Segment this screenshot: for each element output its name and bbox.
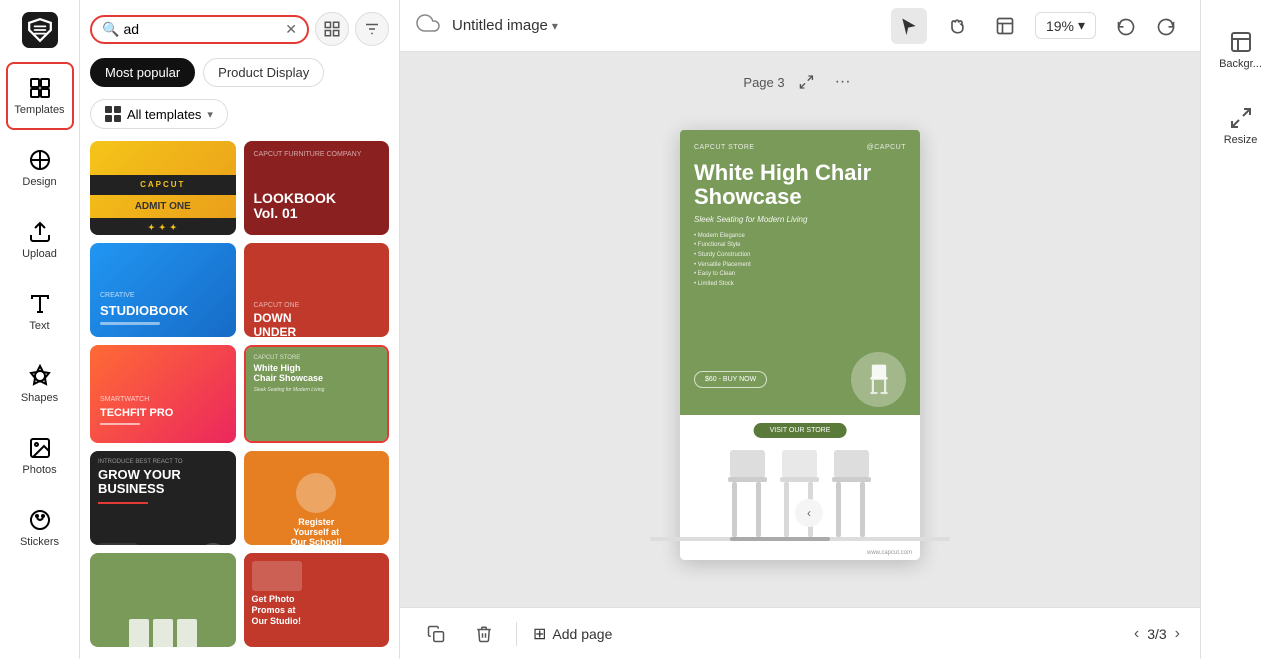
page-more-button[interactable]: ··· — [829, 68, 857, 96]
template-card-grow-business[interactable]: INTRODUCE BEST REACT TO GROW YOURBUSINES… — [90, 451, 236, 545]
sidebar-item-templates[interactable]: Templates — [6, 62, 74, 130]
design-subtitle: Sleek Seating for Modern Living — [694, 215, 906, 224]
resize-tool[interactable]: Resize — [1207, 92, 1275, 160]
template-card-photo-promos[interactable]: Get PhotoPromos atOur Studio! — [244, 553, 390, 647]
template-card-chair-showcase[interactable]: CAPCUT STORE White HighChair Showcase Sl… — [244, 345, 390, 443]
image-search-button[interactable] — [315, 12, 349, 46]
tab-product-display[interactable]: Product Display — [203, 58, 324, 87]
sidebar-item-photos[interactable]: Photos — [6, 422, 74, 490]
template-grid: CAPCUT ADMIT ONE ✦ ✦ ✦ CAPCUT FURNITURE … — [90, 141, 389, 647]
zoom-control[interactable]: 19% ▾ — [1035, 12, 1096, 39]
doc-title-chevron: ▾ — [552, 19, 558, 33]
layout-tool-button[interactable] — [987, 8, 1023, 44]
background-tool[interactable]: Backgr... — [1207, 16, 1275, 84]
add-page-icon: ⊞ — [533, 624, 546, 644]
templates-panel: 🔍 ✕ Most popular Product Display — [80, 0, 400, 659]
bottom-bar: ⊞ Add page ‹ 3/3 › — [400, 607, 1200, 659]
page-label: Page 3 ··· — [743, 68, 856, 96]
page-count: 3/3 — [1147, 626, 1166, 642]
sidebar-item-label-design: Design — [22, 176, 56, 188]
page-actions: ··· — [793, 68, 857, 96]
search-input[interactable] — [123, 21, 285, 37]
top-bar: Untitled image ▾ 19% ▾ — [400, 0, 1200, 52]
sidebar-item-label-shapes: Shapes — [21, 392, 58, 404]
zoom-value: 19% — [1046, 18, 1074, 34]
add-page-label: Add page — [552, 626, 612, 642]
sidebar-item-text[interactable]: Text — [6, 278, 74, 346]
template-card-techfit[interactable]: SMARTWATCH TECHFIT PRO — [90, 345, 236, 443]
sidebar-item-label-text: Text — [29, 320, 49, 332]
resize-tool-label: Resize — [1224, 134, 1258, 146]
main-area: Untitled image ▾ 19% ▾ — [400, 0, 1200, 659]
next-page-button[interactable]: › — [1175, 625, 1180, 643]
store-name: CAPCUT STORE — [694, 144, 755, 151]
redo-button[interactable] — [1148, 8, 1184, 44]
design-card: CAPCUT STORE @Capcut White High Chair Sh… — [680, 130, 920, 560]
design-card-top: CAPCUT STORE @Capcut White High Chair Sh… — [680, 130, 920, 352]
template-card-studiobook[interactable]: CREATIVE STUDIOBOOK — [90, 243, 236, 337]
clear-icon[interactable]: ✕ — [285, 21, 297, 38]
sidebar-item-label-stickers: Stickers — [20, 536, 59, 548]
delete-page-button[interactable] — [468, 618, 500, 650]
all-templates-button[interactable]: All templates ▾ — [90, 99, 228, 129]
tab-most-popular[interactable]: Most popular — [90, 58, 195, 87]
visit-store-button[interactable]: VISIT OUR STORE — [754, 423, 847, 438]
prev-page-button[interactable]: ‹ — [1134, 625, 1139, 643]
sidebar-item-label-templates: Templates — [14, 104, 64, 116]
website-url: www.capcut.com — [867, 550, 912, 556]
sidebar-item-shapes[interactable]: Shapes — [6, 350, 74, 418]
hand-tool-button[interactable] — [939, 8, 975, 44]
sidebar-item-design[interactable]: Design — [6, 134, 74, 202]
fullscreen-page-button[interactable] — [793, 68, 821, 96]
filter-button[interactable] — [355, 12, 389, 46]
sidebar-item-label-photos: Photos — [22, 464, 56, 476]
right-panel: Backgr... Resize — [1200, 0, 1280, 659]
all-templates-label: All templates — [127, 107, 201, 122]
cursor-tool-button[interactable] — [891, 8, 927, 44]
template-card-chair-store[interactable]: VISIT OUR STORE — [90, 553, 236, 647]
scroll-thumb — [730, 537, 830, 541]
canvas-area[interactable]: Page 3 ··· CAPCUT STORE @Capcut — [400, 52, 1200, 607]
page-number: Page 3 — [743, 75, 784, 90]
scroll-indicator — [650, 537, 950, 541]
search-input-wrapper[interactable]: 🔍 ✕ — [90, 15, 309, 44]
sidebar-item-label-upload: Upload — [22, 248, 57, 260]
template-card-register-school[interactable]: RegisterYourself atOur School! — [244, 451, 390, 545]
collapse-panel-button[interactable]: ‹ — [795, 499, 823, 527]
template-card-downunder[interactable]: CAPCUT ONE DOWNUNDER OUT &ABOUT — [244, 243, 390, 337]
doc-title-text: Untitled image — [452, 17, 548, 34]
bottom-divider — [516, 622, 517, 646]
search-bar: 🔍 ✕ — [90, 12, 389, 46]
store-header: CAPCUT STORE @Capcut — [694, 144, 906, 151]
grid-icon — [105, 106, 121, 122]
template-card-lookbook[interactable]: CAPCUT FURNITURE COMPANY LOOKBOOKVol. 01… — [244, 141, 390, 235]
app-logo[interactable] — [20, 10, 60, 50]
design-title: White High Chair Showcase — [694, 161, 906, 209]
sidebar-item-upload[interactable]: Upload — [6, 206, 74, 274]
undo-redo-group — [1108, 8, 1184, 44]
design-features: Modern Elegance Functional Style Sturdy … — [694, 232, 906, 290]
design-card-middle: $60 - BUY NOW — [680, 352, 920, 407]
doc-title[interactable]: Untitled image ▾ — [452, 17, 558, 34]
left-sidebar: Templates Design Upload Text Shapes — [0, 0, 80, 659]
copy-page-button[interactable] — [420, 618, 452, 650]
category-tabs: Most popular Product Display — [90, 58, 389, 87]
chair-circle — [851, 352, 906, 407]
buy-button[interactable]: $60 - BUY NOW — [694, 371, 767, 388]
undo-button[interactable] — [1108, 8, 1144, 44]
sidebar-item-stickers[interactable]: Stickers — [6, 494, 74, 562]
page-navigation: ‹ 3/3 › — [1134, 625, 1180, 643]
template-card-admit-one[interactable]: CAPCUT ADMIT ONE ✦ ✦ ✦ — [90, 141, 236, 235]
cloud-icon — [416, 11, 440, 40]
store-handle: @Capcut — [867, 144, 906, 151]
zoom-chevron: ▾ — [1078, 17, 1085, 34]
background-tool-label: Backgr... — [1219, 58, 1262, 70]
search-icon: 🔍 — [102, 21, 119, 38]
chevron-down-icon: ▾ — [207, 108, 213, 121]
add-page-button[interactable]: ⊞ Add page — [533, 624, 612, 644]
